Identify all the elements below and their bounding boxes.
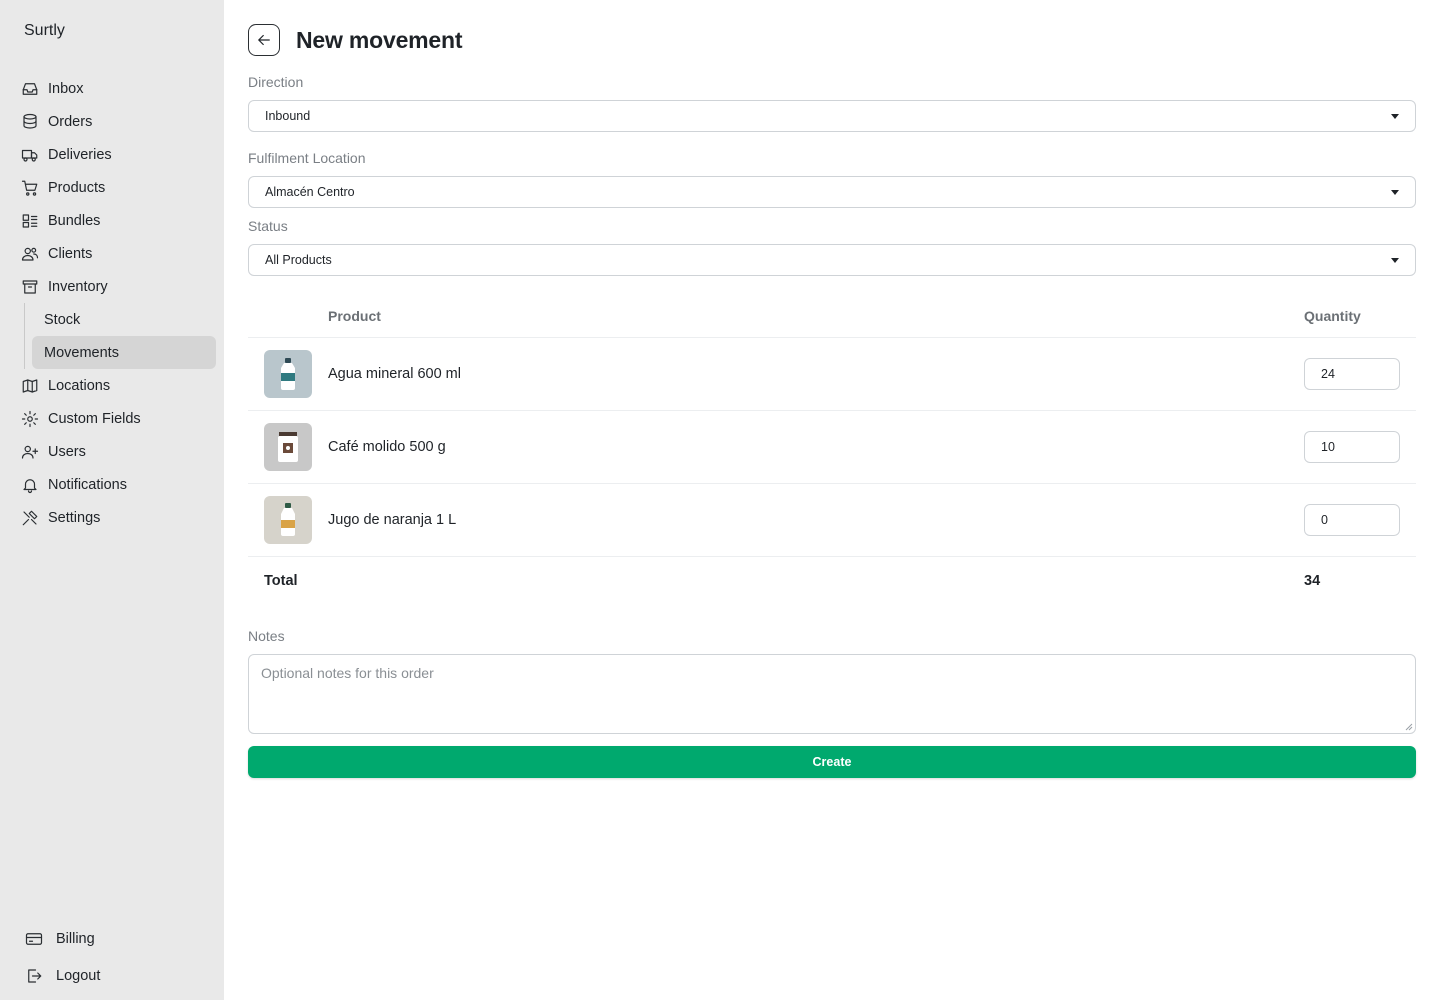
location-value: Almacén Centro (265, 185, 355, 199)
back-button[interactable] (248, 24, 280, 56)
sidebar-item-clients[interactable]: Clients (0, 237, 224, 270)
total-value: 34 (1304, 573, 1321, 589)
page-title: New movement (296, 26, 463, 53)
sidebar-item-orders[interactable]: Orders (0, 105, 224, 138)
sidebar-item-label: Custom Fields (48, 410, 141, 427)
archive-icon (20, 277, 40, 297)
credit-card-icon (24, 929, 44, 949)
sidebar-item-label: Settings (48, 509, 101, 526)
map-icon (20, 376, 40, 396)
sidebar-item-custom-fields[interactable]: Custom Fields (0, 402, 224, 435)
caret-down-icon (1391, 114, 1399, 119)
sidebar-item-billing[interactable]: Billing (0, 920, 224, 957)
total-row: Total 34 (248, 557, 1416, 605)
truck-icon (20, 145, 40, 165)
inbox-icon (20, 79, 40, 99)
table-row: Jugo de naranja 1 L 0 (248, 484, 1416, 557)
sidebar-item-label: Products (48, 179, 106, 196)
status-label: Status (248, 218, 288, 234)
create-button[interactable]: Create (248, 746, 1416, 778)
sidebar-item-products[interactable]: Products (0, 171, 224, 204)
sidebar-item-label: Stock (44, 311, 81, 328)
sidebar-item-movements[interactable]: Movements (32, 336, 216, 369)
product-name: Café molido 500 g (328, 439, 446, 455)
sidebar-nav: Inbox Orders Deliveries Products Bundles… (0, 72, 224, 534)
sidebar-item-settings[interactable]: Settings (0, 501, 224, 534)
column-header-quantity: Quantity (1304, 308, 1361, 324)
product-name: Agua mineral 600 ml (328, 366, 461, 382)
database-icon (20, 112, 40, 132)
column-header-product: Product (328, 308, 381, 324)
location-select[interactable]: Almacén Centro (248, 176, 1416, 208)
sidebar-item-notifications[interactable]: Notifications (0, 468, 224, 501)
direction-label: Direction (248, 74, 304, 90)
notes-label: Notes (248, 628, 285, 644)
quantity-input[interactable]: 0 (1304, 504, 1400, 536)
product-thumbnail (264, 496, 312, 544)
sidebar-item-inventory[interactable]: Inventory (0, 270, 224, 303)
table-row: Agua mineral 600 ml 24 (248, 338, 1416, 411)
sidebar-item-bundles[interactable]: Bundles (0, 204, 224, 237)
quantity-input[interactable]: 24 (1304, 358, 1400, 390)
logout-icon (24, 966, 44, 986)
status-value: All Products (265, 253, 332, 267)
sidebar-item-label: Logout (56, 967, 101, 984)
page-header: New movement (248, 24, 463, 56)
sidebar-item-deliveries[interactable]: Deliveries (0, 138, 224, 171)
total-label: Total (264, 573, 298, 589)
sidebar-item-label: Bundles (48, 212, 101, 229)
table-header: Product Quantity (248, 296, 1416, 338)
sidebar-item-stock[interactable]: Stock (32, 303, 216, 336)
sidebar: Surtly Inbox Orders Deliveries Products … (0, 0, 224, 1000)
users-icon (20, 244, 40, 264)
product-thumbnail (264, 350, 312, 398)
juice-bottle-icon (281, 503, 295, 536)
table-row: Café molido 500 g 10 (248, 411, 1416, 484)
sidebar-item-users[interactable]: Users (0, 435, 224, 468)
tools-icon (20, 508, 40, 528)
app-name: Surtly (24, 22, 65, 39)
notes-placeholder: Optional notes for this order (261, 665, 434, 681)
status-select[interactable]: All Products (248, 244, 1416, 276)
sidebar-item-label: Movements (44, 344, 119, 361)
bottle-icon (281, 358, 295, 390)
sidebar-item-label: Users (48, 443, 86, 460)
sidebar-item-logout[interactable]: Logout (0, 957, 224, 994)
products-table: Product Quantity Agua mineral 600 ml 24 (248, 296, 1416, 605)
sidebar-item-label: Locations (48, 377, 111, 394)
sidebar-item-label: Orders (48, 113, 93, 130)
inventory-submenu: Stock Movements (0, 303, 224, 369)
sidebar-item-label: Billing (56, 930, 95, 947)
sidebar-item-inbox[interactable]: Inbox (0, 72, 224, 105)
coffee-bag-icon (278, 432, 298, 462)
product-name: Jugo de naranja 1 L (328, 512, 457, 528)
direction-select[interactable]: Inbound (248, 100, 1416, 132)
product-thumbnail (264, 423, 312, 471)
cart-icon (20, 178, 40, 198)
sidebar-bottom: Billing Logout (0, 920, 224, 994)
notes-textarea[interactable]: Optional notes for this order (248, 654, 1416, 734)
cog-icon (20, 409, 40, 429)
arrow-left-icon (258, 34, 270, 46)
bell-icon (20, 475, 40, 495)
sidebar-item-label: Inventory (48, 278, 108, 295)
sidebar-item-label: Inbox (48, 80, 84, 97)
caret-down-icon (1391, 190, 1399, 195)
quantity-input[interactable]: 10 (1304, 431, 1400, 463)
caret-down-icon (1391, 258, 1399, 263)
sidebar-item-label: Notifications (48, 476, 127, 493)
bundles-icon (20, 211, 40, 231)
direction-value: Inbound (265, 109, 311, 123)
resize-grip-icon[interactable] (1405, 723, 1413, 731)
sidebar-item-locations[interactable]: Locations (0, 369, 224, 402)
location-label: Fulfilment Location (248, 150, 366, 166)
user-plus-icon (20, 442, 40, 462)
sidebar-item-label: Deliveries (48, 146, 112, 163)
sidebar-item-label: Clients (48, 245, 93, 262)
